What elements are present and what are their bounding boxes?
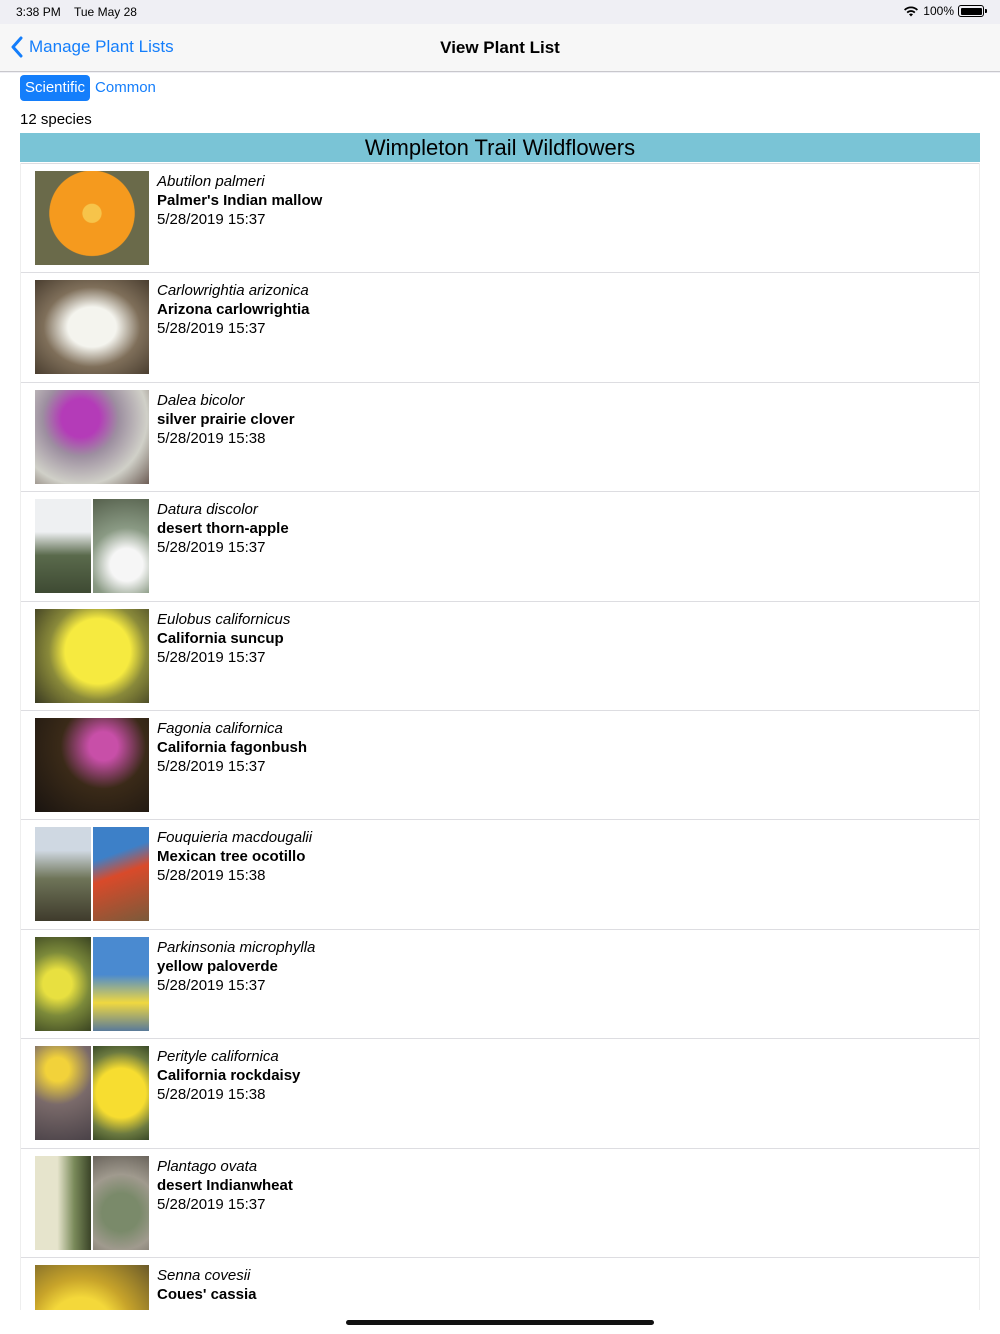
species-count: 12 species xyxy=(20,111,92,128)
plant-thumbnail xyxy=(35,827,149,922)
timestamp: 5/28/2019 15:37 xyxy=(157,648,266,666)
timestamp: 5/28/2019 15:38 xyxy=(157,867,266,885)
scientific-name: Dalea bicolor xyxy=(157,391,245,409)
common-name: desert thorn-apple xyxy=(157,520,289,538)
scientific-name: Parkinsonia microphylla xyxy=(157,938,316,956)
plant-thumbnail xyxy=(35,608,149,703)
plant-text: Carlowrightia arizonica Arizona carlowrig… xyxy=(157,281,310,338)
plant-photo xyxy=(35,499,91,594)
plant-photo xyxy=(93,936,149,1031)
common-name: desert Indianwheat xyxy=(157,1176,293,1194)
plant-photo xyxy=(93,1046,149,1141)
status-time: 3:38 PM xyxy=(16,5,61,19)
list-item[interactable]: Datura discolor desert thorn-apple 5/28/20… xyxy=(21,491,979,600)
common-name: California fagonbush xyxy=(157,738,307,756)
timestamp: 5/28/2019 15:37 xyxy=(157,211,266,228)
status-right: 100% xyxy=(903,4,987,18)
plant-text: Dalea bicolor silver prairie clover 5/28/2… xyxy=(157,391,295,448)
list-item[interactable]: Abutilon palmeri Palmer's Indian mallow 5/… xyxy=(21,163,979,272)
wifi-icon xyxy=(904,6,919,17)
scientific-name: Perityle californica xyxy=(157,1048,279,1066)
list-item[interactable]: Perityle californica California rockdaisy… xyxy=(21,1038,979,1147)
plant-photo xyxy=(93,499,149,594)
plant-photo xyxy=(35,717,149,812)
list-item[interactable]: Eulobus californicus California suncup 5/2… xyxy=(21,600,979,710)
battery-percent: 100% xyxy=(923,4,954,18)
common-name: California rockdaisy xyxy=(157,1067,301,1085)
plant-photo xyxy=(93,1155,149,1250)
list-item[interactable]: Parkinsonia microphylla yellow paloverde 5… xyxy=(21,928,979,1038)
timestamp: 5/28/2019 15:38 xyxy=(157,1086,266,1104)
list-item[interactable]: Carlowrightia arizonica Arizona carlowrig… xyxy=(21,272,979,381)
common-name: yellow paloverde xyxy=(157,957,278,975)
status-date: Tue May 28 xyxy=(74,5,137,19)
common-name: Mexican tree ocotillo xyxy=(157,848,306,866)
list-item[interactable]: Senna covesii Coues' cassia xyxy=(21,1256,979,1310)
scientific-name: Fagonia californica xyxy=(157,719,283,737)
plant-text: Parkinsonia microphylla yellow paloverde 5… xyxy=(157,938,315,995)
segment-common[interactable]: Common xyxy=(90,75,161,101)
plant-text: Eulobus californicus California suncup 5/2… xyxy=(157,610,290,667)
plant-list[interactable]: Abutilon palmeri Palmer's Indian mallow 5/… xyxy=(20,163,980,1310)
plant-photo xyxy=(35,171,149,265)
status-bar: 3:38 PM Tue May 28 100% xyxy=(0,0,1000,24)
battery-icon xyxy=(958,5,987,17)
plant-text: Plantago ovata desert Indianwheat 5/28/201… xyxy=(157,1157,293,1214)
plant-photo xyxy=(35,280,149,375)
timestamp: 5/28/2019 15:37 xyxy=(157,757,266,775)
plant-photo xyxy=(35,389,149,484)
scientific-name: Datura discolor xyxy=(157,501,258,519)
timestamp: 5/28/2019 15:37 xyxy=(157,1195,266,1213)
plant-photo xyxy=(35,1046,91,1141)
name-type-segmented-control: Scientific Common xyxy=(20,75,161,101)
plant-thumbnail xyxy=(35,717,149,812)
page-title: View Plant List xyxy=(440,38,560,57)
scientific-name: Senna covesii xyxy=(157,1266,251,1284)
main-content: Scientific Common 12 species Wimpleton T… xyxy=(0,73,1000,1334)
scientific-name: Eulobus californicus xyxy=(157,610,291,628)
scientific-name: Abutilon palmeri xyxy=(157,173,265,190)
plant-thumbnail xyxy=(35,171,149,265)
scientific-name: Plantago ovata xyxy=(157,1157,258,1175)
plant-text: Abutilon palmeri Palmer's Indian mallow 5/… xyxy=(157,172,322,229)
common-name: California suncup xyxy=(157,629,284,647)
plant-text: Fouquieria macdougalii Mexican tree ocoti… xyxy=(157,828,312,885)
list-item[interactable]: Fouquieria macdougalii Mexican tree ocoti… xyxy=(21,819,979,928)
plant-thumbnail xyxy=(35,389,149,484)
plant-thumbnail xyxy=(35,1155,149,1250)
scientific-name: Carlowrightia arizonica xyxy=(157,282,309,300)
plant-photo xyxy=(35,1155,91,1250)
plant-list-title: Wimpleton Trail Wildflowers xyxy=(20,133,980,162)
timestamp: 5/28/2019 15:37 xyxy=(157,320,266,338)
timestamp: 5/28/2019 15:37 xyxy=(157,539,266,557)
plant-thumbnail xyxy=(35,936,149,1031)
navigation-bar: Manage Plant Lists View Plant List xyxy=(0,24,1000,72)
plant-photo xyxy=(35,936,91,1031)
plant-thumbnail xyxy=(35,1046,149,1141)
plant-photo xyxy=(35,827,91,922)
plant-text: Perityle californica California rockdaisy… xyxy=(157,1047,300,1104)
timestamp: 5/28/2019 15:37 xyxy=(157,976,266,994)
plant-thumbnail xyxy=(35,280,149,375)
timestamp: 5/28/2019 15:38 xyxy=(157,429,266,447)
common-name: silver prairie clover xyxy=(157,410,295,428)
common-name: Arizona carlowrightia xyxy=(157,301,310,319)
common-name: Palmer's Indian mallow xyxy=(157,192,323,209)
plant-text: Datura discolor desert thorn-apple 5/28/20… xyxy=(157,500,289,557)
scientific-name: Fouquieria macdougalii xyxy=(157,829,313,847)
list-item[interactable]: Dalea bicolor silver prairie clover 5/28/2… xyxy=(21,381,979,491)
segment-scientific[interactable]: Scientific xyxy=(20,75,91,101)
plant-text: Fagonia californica California fagonbush 5… xyxy=(157,719,307,776)
plant-text: Senna covesii Coues' cassia xyxy=(157,1266,256,1304)
list-item[interactable]: Fagonia californica California fagonbush 5… xyxy=(21,709,979,819)
battery-level xyxy=(960,7,982,15)
plant-thumbnail xyxy=(35,499,149,594)
plant-thumbnail xyxy=(35,1264,149,1310)
common-name: Coues' cassia xyxy=(157,1285,257,1303)
plant-photo xyxy=(35,608,149,703)
list-item[interactable]: Plantago ovata desert Indianwheat 5/28/201… xyxy=(21,1147,979,1257)
home-indicator[interactable] xyxy=(346,1320,654,1325)
plant-photo xyxy=(35,1264,149,1310)
plant-photo xyxy=(93,827,149,922)
